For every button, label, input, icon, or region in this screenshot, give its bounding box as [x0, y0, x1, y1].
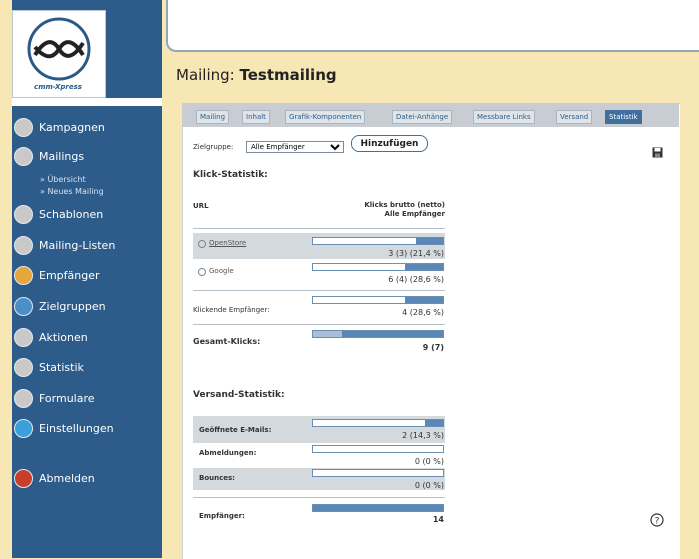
nav-label: Abmelden [39, 471, 95, 485]
logout-icon [14, 468, 33, 488]
divider [193, 497, 445, 498]
nav-label: Mailing-Listen [39, 238, 116, 252]
campaign-icon [14, 117, 33, 137]
click-bar-openstore [312, 237, 444, 245]
page-title-prefix: Mailing: [176, 66, 235, 84]
clicking-recipients-label: Klickende Empfänger: [193, 306, 270, 314]
nav-abmelden[interactable]: Abmelden [14, 466, 162, 490]
send-stats-heading: Versand-Statistik: [193, 390, 285, 400]
nav-kampagnen[interactable]: Kampagnen [14, 115, 162, 139]
bounces-value: 0 (0 %) [414, 481, 444, 490]
tab-versand[interactable]: Versand [556, 110, 593, 124]
divider [193, 228, 445, 229]
nav-label: Formulare [39, 391, 95, 405]
tab-messbare-links[interactable]: Messbare Links [473, 110, 535, 124]
url-column-header: URL [193, 202, 209, 210]
nav-empfaenger[interactable]: Empfänger [14, 263, 162, 287]
nav-label: Aktionen [39, 330, 88, 344]
click-bar-clicking-recipients [312, 296, 444, 304]
recipients-total-bar [312, 504, 444, 512]
bounces-label: Bounces: [199, 474, 235, 482]
nav-sub-overview[interactable]: » Übersicht [40, 175, 86, 184]
nav-aktionen[interactable]: Aktionen [14, 325, 162, 349]
logo-text: cmm-Xpress [34, 83, 82, 91]
url-link-google[interactable]: Google [209, 267, 234, 275]
url-link-openstore[interactable]: OpenStore [209, 239, 246, 247]
settings-icon [14, 418, 33, 438]
mailing-list-icon [14, 235, 33, 255]
recipients-total-label: Empfänger: [199, 512, 245, 520]
page-title-name: Testmailing [239, 66, 337, 84]
recipient-icon [14, 265, 33, 285]
target-group-select[interactable]: Alle Empfänger [246, 141, 344, 153]
nav-zielgruppen[interactable]: Zielgruppen [14, 294, 162, 318]
total-clicks-label: Gesamt-Klicks: [193, 337, 261, 346]
page-title: Mailing: Testmailing [176, 66, 337, 84]
nav-label: Mailings [39, 149, 85, 163]
bar-fill [405, 297, 443, 303]
radio-icon [198, 268, 206, 276]
statistics-icon [14, 357, 33, 377]
unsubscribes-value: 0 (0 %) [414, 457, 444, 466]
opened-emails-value: 2 (14,3 %) [402, 431, 444, 440]
nav-label: Zielgruppen [39, 299, 106, 313]
actions-icon [14, 327, 33, 347]
tab-inhalt[interactable]: Inhalt [242, 110, 270, 124]
mailings-icon [14, 146, 33, 166]
radio-icon [198, 240, 206, 248]
unsubscribes-bar [312, 445, 444, 453]
nav-label: Empfänger [39, 268, 100, 282]
clicks-column-header: Klicks brutto (netto) [364, 201, 445, 209]
total-clicks-value: 9 (7) [422, 343, 444, 352]
bar-fill [313, 331, 342, 337]
nav-mailings[interactable]: Mailings [14, 144, 162, 168]
bar-fill [424, 420, 443, 426]
nav-formulare[interactable]: Formulare [14, 386, 162, 410]
clicking-recipients-value: 4 (28,6 %) [402, 308, 444, 317]
nav-mailing-listen[interactable]: Mailing-Listen [14, 233, 162, 257]
save-icon[interactable] [652, 147, 663, 158]
recipients-total-value: 14 [432, 515, 444, 524]
bounces-bar [312, 469, 444, 477]
nav-sub-new-mailing[interactable]: » Neues Mailing [40, 187, 104, 196]
target-groups-icon [14, 296, 33, 316]
forms-icon [14, 388, 33, 408]
add-button[interactable]: Hinzufügen [351, 135, 428, 152]
target-group-label: Zielgruppe: [193, 143, 234, 151]
nav-statistik[interactable]: Statistik [14, 355, 162, 379]
clicks-column-subheader: Alle Empfänger [384, 210, 445, 218]
nav-einstellungen[interactable]: Einstellungen [14, 416, 162, 440]
opened-emails-label: Geöffnete E-Mails: [199, 426, 272, 434]
tab-grafik-komponenten[interactable]: Grafik-Komponenten [285, 110, 366, 124]
nav-label: Kampagnen [39, 120, 105, 134]
bar-fill [415, 238, 443, 244]
nav-label: Schablonen [39, 207, 104, 221]
total-clicks-bar [312, 330, 444, 338]
opened-emails-bar [312, 419, 444, 427]
template-icon [14, 204, 33, 224]
svg-text:?: ? [655, 517, 660, 527]
tab-statistik[interactable]: Statistik [605, 110, 642, 124]
unsubscribes-label: Abmeldungen: [199, 449, 257, 457]
nav-label: Einstellungen [39, 421, 114, 435]
bar-fill [405, 264, 443, 270]
divider [193, 324, 445, 325]
tab-datei-anhaenge[interactable]: Datei-Anhänge [392, 110, 453, 124]
logo-strip [12, 98, 162, 106]
click-value-openstore: 3 (3) (21,4 %) [388, 249, 444, 258]
nav-schablonen[interactable]: Schablonen [14, 202, 162, 226]
top-panel [166, 0, 699, 52]
divider [193, 290, 445, 291]
nav-label: Statistik [39, 360, 84, 374]
tab-mailing[interactable]: Mailing [196, 110, 230, 124]
click-bar-google [312, 263, 444, 271]
help-icon[interactable]: ? [650, 513, 664, 527]
click-value-google: 6 (4) (28,6 %) [388, 275, 444, 284]
click-stats-heading: Klick-Statistik: [193, 170, 268, 180]
